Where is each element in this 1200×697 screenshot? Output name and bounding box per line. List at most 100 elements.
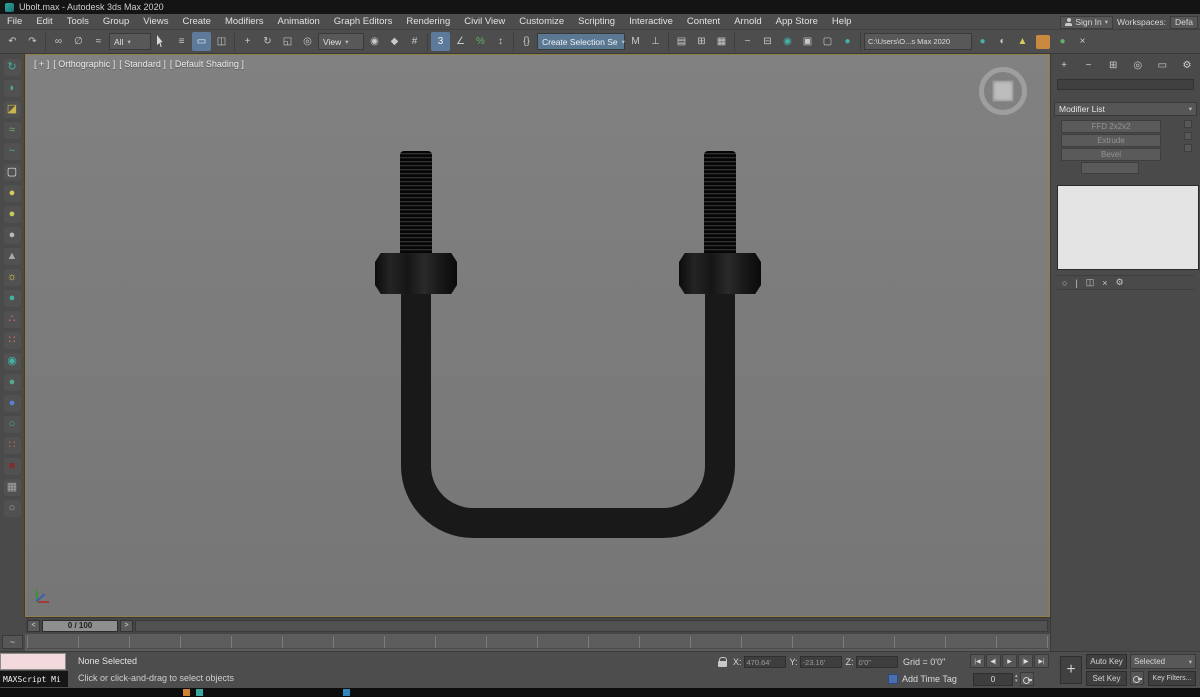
select-and-scale-button[interactable]: ◱ [278, 32, 297, 51]
left-tool-box-gray[interactable]: ▦ [3, 479, 21, 496]
go-to-start-button[interactable]: |◀ [970, 654, 985, 668]
frame-spinner[interactable]: ▴ ▾ [1015, 674, 1018, 684]
modifier-stack-item-empty[interactable] [1081, 162, 1139, 174]
toggle-ribbon-button[interactable]: ▤ [672, 32, 691, 51]
curve-editor-button[interactable]: ~ [738, 32, 757, 51]
menu-rendering[interactable]: Rendering [399, 14, 457, 29]
menu-civil-view[interactable]: Civil View [457, 14, 512, 29]
modifier-stack-item-bevel[interactable]: Bevel [1061, 148, 1161, 161]
taskbar-app-icon[interactable] [196, 689, 203, 696]
window-crossing-button[interactable]: ◫ [212, 32, 231, 51]
align-button[interactable]: ⊥ [646, 32, 665, 51]
viewport-menu-pov[interactable]: [ Orthographic ] [53, 59, 115, 69]
current-frame-field[interactable]: 0 [973, 672, 1013, 686]
scene-explorer-button[interactable]: ⊞ [692, 32, 711, 51]
sign-in-button[interactable]: Sign In ▾ [1060, 15, 1114, 29]
menu-modifiers[interactable]: Modifiers [218, 14, 271, 29]
modifier-list-dropdown[interactable]: Modifier List ▾ [1054, 102, 1197, 116]
selection-filter-dropdown[interactable]: All ▾ [109, 33, 151, 50]
bind-to-space-warp-button[interactable]: ≈ [89, 32, 108, 51]
menu-customize[interactable]: Customize [512, 14, 571, 29]
visibility-toggle-icon[interactable] [1184, 132, 1192, 140]
menu-tools[interactable]: Tools [60, 14, 96, 29]
reference-coordinate-dropdown[interactable]: View ▾ [318, 33, 364, 50]
next-frame-button[interactable]: |▶ [1018, 654, 1033, 668]
keyboard-override-button[interactable]: # [405, 32, 424, 51]
key-mode-toggle-button[interactable] [1019, 672, 1034, 686]
maxscript-mini-listener[interactable] [0, 653, 66, 670]
selection-lock-icon[interactable] [718, 657, 727, 668]
render-preset-icon[interactable] [1033, 32, 1052, 51]
modifier-stack-item-extrude[interactable]: Extrude [1061, 134, 1161, 147]
toolbar-close-icon[interactable]: × [1073, 32, 1092, 51]
pin-stack-icon[interactable]: ○ [1062, 278, 1067, 288]
select-and-manipulate-button[interactable]: ◆ [385, 32, 404, 51]
mirror-button[interactable]: M [626, 32, 645, 51]
left-tool-sphere-teal[interactable]: ● [3, 290, 21, 307]
left-tool-swatch-darkred[interactable]: ■ [3, 458, 21, 475]
select-and-place-button[interactable]: ◎ [298, 32, 317, 51]
key-filters-key-icon[interactable] [1130, 671, 1144, 685]
render-half-icon[interactable]: ◐ [993, 32, 1012, 51]
tab-hierarchy[interactable]: ⊞ [1105, 58, 1121, 72]
schematic-view-button[interactable]: ⊟ [758, 32, 777, 51]
select-and-move-button[interactable]: + [238, 32, 257, 51]
project-path-field[interactable]: C:\Users\O...s Max 2020 [864, 33, 972, 50]
add-time-tag[interactable]: Add Time Tag [888, 674, 957, 684]
left-tool-cone[interactable]: ▲ [3, 248, 21, 265]
previous-frame-button[interactable]: < [27, 619, 40, 632]
key-filters-button[interactable]: Key Filters... [1148, 671, 1196, 686]
menu-app-store[interactable]: App Store [769, 14, 825, 29]
time-slider-track[interactable] [135, 619, 1048, 632]
left-tool-sphere-olive[interactable]: ● [3, 206, 21, 223]
left-tool-dots-pair[interactable]: ∷ [3, 332, 21, 349]
tab-create[interactable]: + [1056, 58, 1072, 72]
left-tool-sphere-yellow[interactable]: ● [3, 185, 21, 202]
play-button[interactable]: ▶ [1002, 654, 1017, 668]
viewport-menu-standard[interactable]: [ Standard ] [119, 59, 166, 69]
left-tool-target-teal[interactable]: ◉ [3, 353, 21, 370]
tab-motion[interactable]: ◎ [1130, 58, 1146, 72]
set-keys-button[interactable]: + [1060, 656, 1082, 684]
menu-content[interactable]: Content [680, 14, 727, 29]
left-tool-grid-dots-red[interactable]: ∷ [3, 437, 21, 454]
set-key-button[interactable]: Set Key [1086, 671, 1127, 686]
configure-modifier-sets-icon[interactable]: ⚙ [1116, 277, 1124, 288]
left-tool-swatch-dark[interactable]: ◪ [3, 101, 21, 118]
spinner-snap-button[interactable]: ↕ [491, 32, 510, 51]
menu-scripting[interactable]: Scripting [571, 14, 622, 29]
left-tool-circle-gray[interactable]: ○ [3, 500, 21, 517]
track-bar[interactable] [25, 633, 1050, 651]
show-end-result-icon[interactable]: | [1075, 278, 1077, 288]
menu-help[interactable]: Help [825, 14, 859, 29]
render-setup-button[interactable]: ▣ [798, 32, 817, 51]
selection-region-button[interactable]: ▭ [192, 32, 211, 51]
select-and-rotate-button[interactable]: ↻ [258, 32, 277, 51]
menu-graph-editors[interactable]: Graph Editors [327, 14, 400, 29]
left-tool-rotate-teal[interactable]: ↻ [3, 59, 21, 76]
make-unique-icon[interactable]: ◫ [1086, 277, 1095, 288]
layer-explorer-button[interactable]: ▦ [712, 32, 731, 51]
undo-button[interactable]: ↶ [3, 32, 22, 51]
go-to-end-button[interactable]: ▶| [1034, 654, 1049, 668]
modifier-stack-view[interactable] [1057, 185, 1199, 270]
menu-group[interactable]: Group [96, 14, 136, 29]
left-tool-ring-teal[interactable]: ○ [3, 416, 21, 433]
remove-modifier-icon[interactable]: × [1102, 278, 1107, 288]
y-coordinate-field[interactable]: -23.16' [799, 656, 842, 668]
key-selection-dropdown[interactable]: Selected ▾ [1130, 654, 1196, 669]
viewport[interactable]: [ + ] [ Orthographic ] [ Standard ] [ De… [25, 54, 1050, 617]
visibility-toggle-icon[interactable] [1184, 120, 1192, 128]
mini-curve-editor-button[interactable]: ~ [2, 635, 23, 649]
menu-file[interactable]: File [0, 14, 29, 29]
left-tool-dots-red[interactable]: ∴ [3, 311, 21, 328]
left-tool-sphere-seagreen[interactable]: ● [3, 374, 21, 391]
viewcube[interactable] [979, 67, 1027, 115]
select-by-name-button[interactable]: ≡ [172, 32, 191, 51]
taskbar-app-icon[interactable] [183, 689, 190, 696]
previous-frame-button[interactable]: ◀| [986, 654, 1001, 668]
x-coordinate-field[interactable]: 470.64' [743, 656, 786, 668]
tab-utilities[interactable]: ⚙ [1179, 58, 1195, 72]
percent-snap-button[interactable]: % [471, 32, 490, 51]
workspace-dropdown[interactable]: Defa [1170, 15, 1198, 29]
